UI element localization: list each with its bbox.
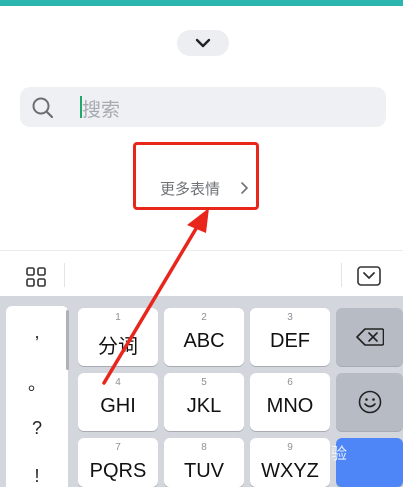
key-number: 8 bbox=[201, 442, 207, 453]
key-4[interactable]: 4 GHI bbox=[78, 373, 158, 431]
key-label: PQRS bbox=[89, 460, 147, 482]
punct-key[interactable]: 。 bbox=[6, 370, 68, 396]
backspace-icon bbox=[355, 328, 384, 346]
search-placeholder: 搜索 bbox=[82, 99, 121, 121]
key-number: 5 bbox=[201, 377, 207, 388]
key-label: DEF bbox=[270, 330, 310, 352]
key-number: 4 bbox=[115, 377, 121, 388]
key-label: 分词 bbox=[98, 336, 138, 358]
key-3[interactable]: 3 DEF bbox=[250, 308, 330, 366]
grid-icon[interactable] bbox=[26, 267, 46, 287]
backspace-key[interactable] bbox=[336, 308, 403, 366]
punct-key[interactable]: , bbox=[6, 322, 68, 343]
smiley-icon bbox=[358, 390, 381, 414]
keyboard-toolbar bbox=[0, 251, 403, 296]
key-number: 6 bbox=[287, 377, 293, 388]
key-label: TUV bbox=[184, 460, 224, 482]
more-stickers-label: 更多表情 bbox=[160, 180, 221, 198]
keyboard-hide-icon[interactable] bbox=[357, 266, 381, 286]
watermark: 经验 bbox=[315, 444, 348, 463]
key-label: ABC bbox=[183, 330, 225, 352]
key-number: 7 bbox=[115, 442, 121, 453]
key-number: 1 bbox=[115, 312, 121, 323]
search-icon bbox=[32, 97, 54, 119]
key-6[interactable]: 6 MNO bbox=[250, 373, 330, 431]
collapse-panel-button[interactable] bbox=[177, 30, 229, 56]
key-number: 3 bbox=[287, 312, 293, 323]
more-stickers-link[interactable]: 更多表情 bbox=[133, 142, 259, 210]
key-label: MNO bbox=[266, 395, 314, 417]
chevron-down-icon bbox=[195, 38, 211, 48]
punctuation-column[interactable]: , 。 ? ! bbox=[6, 306, 68, 487]
sticker-search-input[interactable]: 搜索 bbox=[20, 87, 386, 127]
punct-scrollbar[interactable] bbox=[66, 310, 69, 370]
key-2[interactable]: 2 ABC bbox=[164, 308, 244, 366]
toolbar-separator bbox=[64, 263, 65, 287]
toolbar-separator bbox=[341, 263, 342, 287]
punct-key[interactable]: ! bbox=[6, 466, 68, 487]
chevron-right-icon bbox=[241, 182, 248, 194]
top-accent-bar bbox=[0, 0, 403, 6]
key-number: 2 bbox=[201, 312, 207, 323]
emoji-key[interactable] bbox=[336, 373, 403, 431]
punct-key[interactable]: ? bbox=[6, 418, 68, 439]
key-5[interactable]: 5 JKL bbox=[164, 373, 244, 431]
key-label: GHI bbox=[100, 395, 136, 417]
key-8[interactable]: 8 TUV bbox=[164, 438, 244, 487]
key-1[interactable]: 1 分词 bbox=[78, 308, 158, 366]
key-label: JKL bbox=[186, 395, 222, 417]
key-7[interactable]: 7 PQRS bbox=[78, 438, 158, 487]
